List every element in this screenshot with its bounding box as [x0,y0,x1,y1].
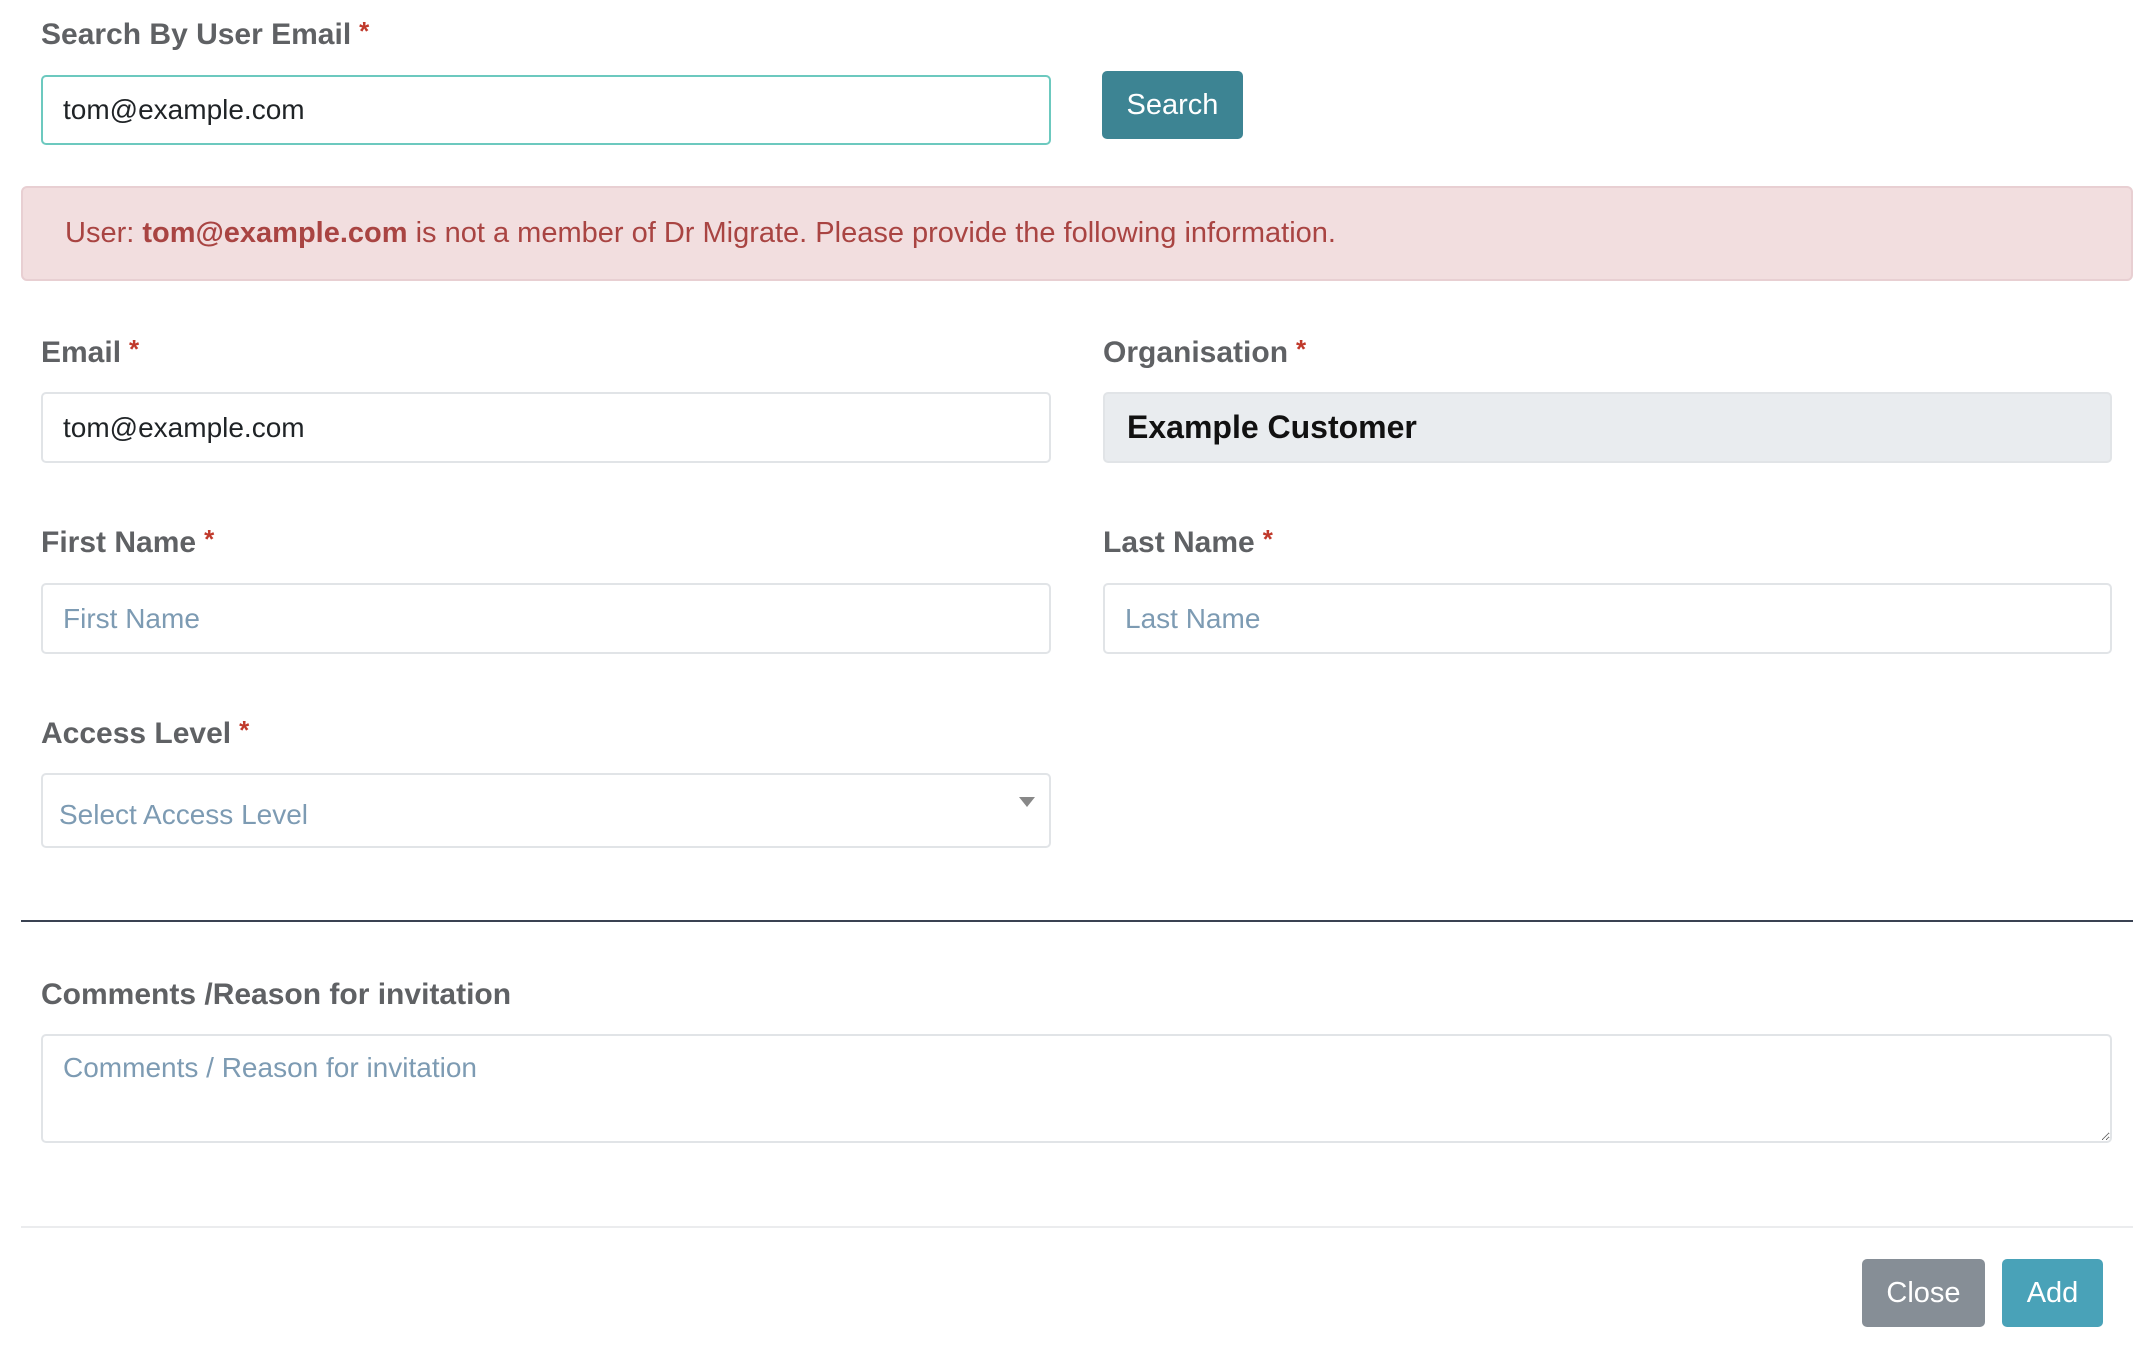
chevron-down-icon [1019,797,1035,807]
required-marker: * [1296,334,1307,364]
last-name-field[interactable] [1103,583,2112,654]
footer-divider [21,1226,2133,1228]
required-marker: * [239,715,250,745]
alert-message: is not a member of Dr Migrate. Please pr… [407,217,1336,249]
comments-label: Comments /Reason for invitation [41,978,512,1011]
close-button[interactable]: Close [1862,1259,1985,1327]
required-marker: * [359,16,370,46]
organisation-label: Organisation * [1103,334,1307,370]
access-level-label: Access Level * [41,715,250,751]
comments-textarea[interactable] [41,1034,2112,1143]
organisation-label-text: Organisation [1103,336,1289,369]
first-name-label-text: First Name [41,526,197,559]
email-label-text: Email [41,336,122,369]
add-button[interactable]: Add [2002,1259,2103,1327]
email-field[interactable] [41,392,1051,463]
first-name-field[interactable] [41,583,1051,654]
email-label: Email * [41,334,140,370]
last-name-label: Last Name * [1103,524,1273,560]
search-email-input[interactable] [41,75,1051,145]
required-marker: * [129,334,140,364]
search-button[interactable]: Search [1102,71,1243,139]
alert-prefix: User: [65,217,143,249]
search-email-label-text: Search By User Email [41,18,352,51]
access-level-select[interactable]: Select Access Level [41,773,1051,848]
access-level-label-text: Access Level [41,717,232,750]
required-marker: * [1262,524,1273,554]
search-email-label: Search By User Email * [41,16,370,52]
alert-email: tom@example.com [142,217,408,249]
first-name-label: First Name * [41,524,215,560]
access-level-selected: Select Access Level [59,798,309,830]
organisation-field [1103,392,2112,463]
not-member-alert: User: tom@example.com is not a member of… [21,186,2133,281]
last-name-label-text: Last Name [1103,526,1255,559]
required-marker: * [204,524,215,554]
section-divider [21,920,2133,922]
